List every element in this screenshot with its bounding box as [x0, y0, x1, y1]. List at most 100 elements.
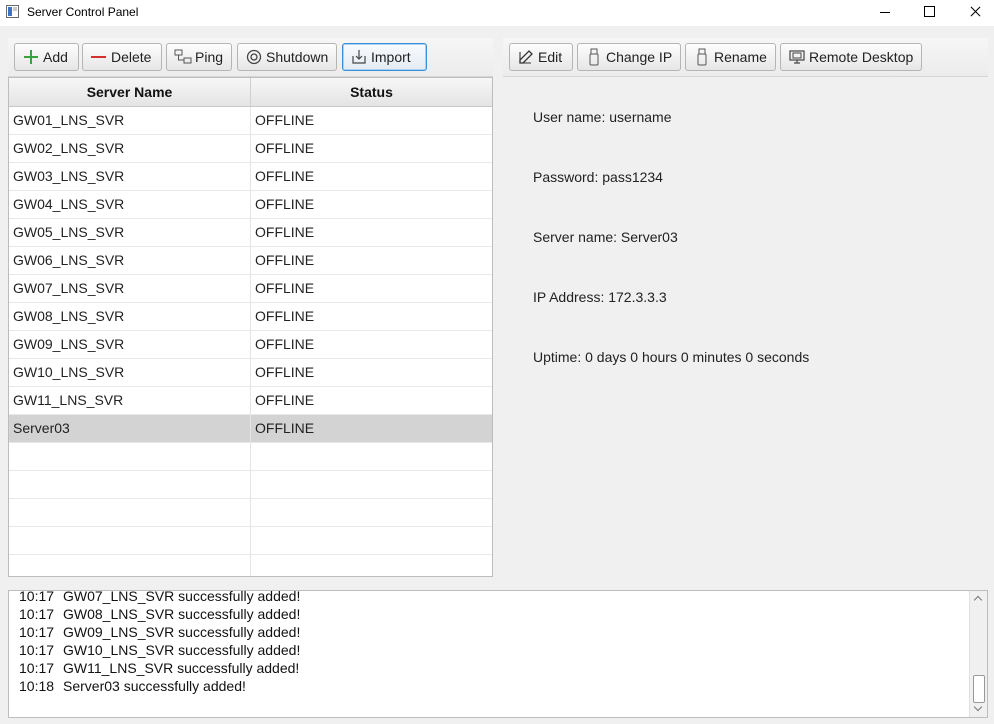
- detail-username: User name: username: [533, 109, 672, 125]
- log-time: 10:17: [19, 606, 55, 622]
- add-label: Add: [43, 49, 68, 65]
- power-icon: [245, 48, 263, 66]
- rename-label: Rename: [714, 49, 767, 65]
- change-ip-label: Change IP: [606, 49, 673, 65]
- details-toolbar: Edit Change IP Rename Remote Desktop: [503, 38, 988, 77]
- column-header-server-name[interactable]: Server Name: [9, 78, 251, 106]
- detail-server-name: Server name: Server03: [533, 229, 678, 245]
- log-entry: 10:18 Server03 successfully added!: [19, 677, 300, 695]
- cell-status: OFFLINE: [255, 364, 315, 380]
- app-icon: [6, 5, 19, 18]
- table-row[interactable]: GW06_LNS_SVR OFFLINE: [9, 247, 492, 275]
- delete-button[interactable]: Delete: [82, 43, 162, 71]
- empty-row: [9, 499, 492, 527]
- table-row[interactable]: GW09_LNS_SVR OFFLINE: [9, 331, 492, 359]
- cell-server-name: GW07_LNS_SVR: [9, 275, 251, 302]
- log-lines: 10:17 GW07_LNS_SVR successfully added! 10:…: [19, 590, 301, 695]
- cell-status: OFFLINE: [255, 252, 315, 268]
- cell-server-name: GW10_LNS_SVR: [9, 359, 251, 386]
- log-time: 10:17: [19, 642, 55, 658]
- cell-server-name: GW06_LNS_SVR: [9, 247, 251, 274]
- log-time: 10:18: [19, 678, 55, 694]
- window-title: Server Control Panel: [27, 5, 139, 19]
- close-icon[interactable]: [952, 0, 994, 26]
- cell-status: OFFLINE: [255, 420, 315, 436]
- cell-server-name: GW04_LNS_SVR: [9, 191, 251, 218]
- detail-uptime: Uptime: 0 days 0 hours 0 minutes 0 secon…: [533, 349, 810, 365]
- scroll-up-icon[interactable]: [970, 591, 987, 607]
- log-message: GW10_LNS_SVR successfully added!: [63, 642, 301, 658]
- remote-desktop-label: Remote Desktop: [809, 49, 914, 65]
- log-entry: 10:17 GW07_LNS_SVR successfully added!: [19, 590, 301, 605]
- server-details: User name: username Password: pass1234 S…: [503, 77, 988, 577]
- empty-row: [9, 443, 492, 471]
- table-row[interactable]: GW10_LNS_SVR OFFLINE: [9, 359, 492, 387]
- column-header-status[interactable]: Status: [251, 78, 492, 106]
- empty-row: [9, 471, 492, 499]
- scroll-down-icon[interactable]: [970, 701, 987, 717]
- cell-status: OFFLINE: [255, 168, 315, 184]
- table-row[interactable]: GW07_LNS_SVR OFFLINE: [9, 275, 492, 303]
- cell-server-name: GW09_LNS_SVR: [9, 331, 251, 358]
- cell-status: OFFLINE: [255, 112, 315, 128]
- table-row[interactable]: GW08_LNS_SVR OFFLINE: [9, 303, 492, 331]
- detail-ip-address: IP Address: 172.3.3.3: [533, 289, 667, 305]
- log-message: GW08_LNS_SVR successfully added!: [63, 606, 301, 622]
- empty-cell: [9, 527, 251, 554]
- add-button[interactable]: Add: [14, 43, 79, 71]
- maximize-icon[interactable]: [906, 0, 952, 26]
- ping-label: Ping: [195, 49, 224, 65]
- empty-cell: [9, 443, 251, 470]
- ping-button[interactable]: Ping: [166, 43, 232, 71]
- cell-status: OFFLINE: [255, 196, 315, 212]
- shutdown-button[interactable]: Shutdown: [237, 43, 337, 71]
- cell-server-name: GW11_LNS_SVR: [9, 387, 251, 414]
- log-entry: 10:17 GW08_LNS_SVR successfully added!: [19, 605, 300, 623]
- table-row[interactable]: GW02_LNS_SVR OFFLINE: [9, 135, 492, 163]
- title-bar: Server Control Panel: [0, 0, 994, 26]
- edit-button[interactable]: Edit: [509, 43, 573, 71]
- log-entry: 10:17 GW11_LNS_SVR successfully added!: [19, 659, 300, 677]
- change-ip-button[interactable]: Change IP: [577, 43, 681, 71]
- empty-cell: [9, 471, 251, 498]
- table-body: GW01_LNS_SVR OFFLINE GW02_LNS_SVR OFFLINE GW…: [9, 107, 492, 576]
- table-row[interactable]: GW11_LNS_SVR OFFLINE: [9, 387, 492, 415]
- cell-server-name: GW03_LNS_SVR: [9, 163, 251, 190]
- log-panel[interactable]: 10:17 GW07_LNS_SVR successfully added! 10:…: [8, 590, 988, 718]
- table-row[interactable]: Server03 OFFLINE: [9, 415, 492, 443]
- log-time: 10:17: [19, 624, 55, 640]
- import-icon: [350, 48, 368, 66]
- empty-row: [9, 555, 492, 576]
- import-button[interactable]: Import: [342, 43, 427, 71]
- pencil-icon: [517, 48, 535, 66]
- shutdown-label: Shutdown: [266, 49, 329, 65]
- empty-cell: [9, 499, 251, 526]
- cell-server-name: GW02_LNS_SVR: [9, 135, 251, 162]
- minimize-icon[interactable]: [862, 0, 908, 26]
- edit-label: Edit: [538, 49, 563, 65]
- empty-cell: [9, 555, 251, 576]
- table-row[interactable]: GW05_LNS_SVR OFFLINE: [9, 219, 492, 247]
- cell-status: OFFLINE: [255, 140, 315, 156]
- usb-icon: [585, 48, 603, 66]
- rename-button[interactable]: Rename: [685, 43, 776, 71]
- log-message: GW07_LNS_SVR successfully added!: [63, 590, 301, 604]
- table-row[interactable]: GW03_LNS_SVR OFFLINE: [9, 163, 492, 191]
- server-toolbar: Add Delete Ping Shutdown Import: [8, 38, 493, 77]
- log-time: 10:17: [19, 660, 55, 676]
- table-row[interactable]: GW04_LNS_SVR OFFLINE: [9, 191, 492, 219]
- log-scrollbar[interactable]: [969, 591, 987, 717]
- cell-status: OFFLINE: [255, 392, 315, 408]
- plus-icon: [22, 48, 40, 66]
- cell-status: OFFLINE: [255, 280, 315, 296]
- remote-desktop-button[interactable]: Remote Desktop: [780, 43, 922, 71]
- log-time: 10:17: [19, 590, 55, 604]
- table-row[interactable]: GW01_LNS_SVR OFFLINE: [9, 107, 492, 135]
- network-icon: [174, 48, 192, 66]
- log-entry: 10:17 GW09_LNS_SVR successfully added!: [19, 623, 300, 641]
- import-label: Import: [371, 49, 411, 65]
- scroll-thumb[interactable]: [973, 675, 985, 703]
- cell-server-name: GW01_LNS_SVR: [9, 107, 251, 134]
- log-message: GW09_LNS_SVR successfully added!: [63, 624, 301, 640]
- log-entry: 10:17 GW10_LNS_SVR successfully added!: [19, 641, 300, 659]
